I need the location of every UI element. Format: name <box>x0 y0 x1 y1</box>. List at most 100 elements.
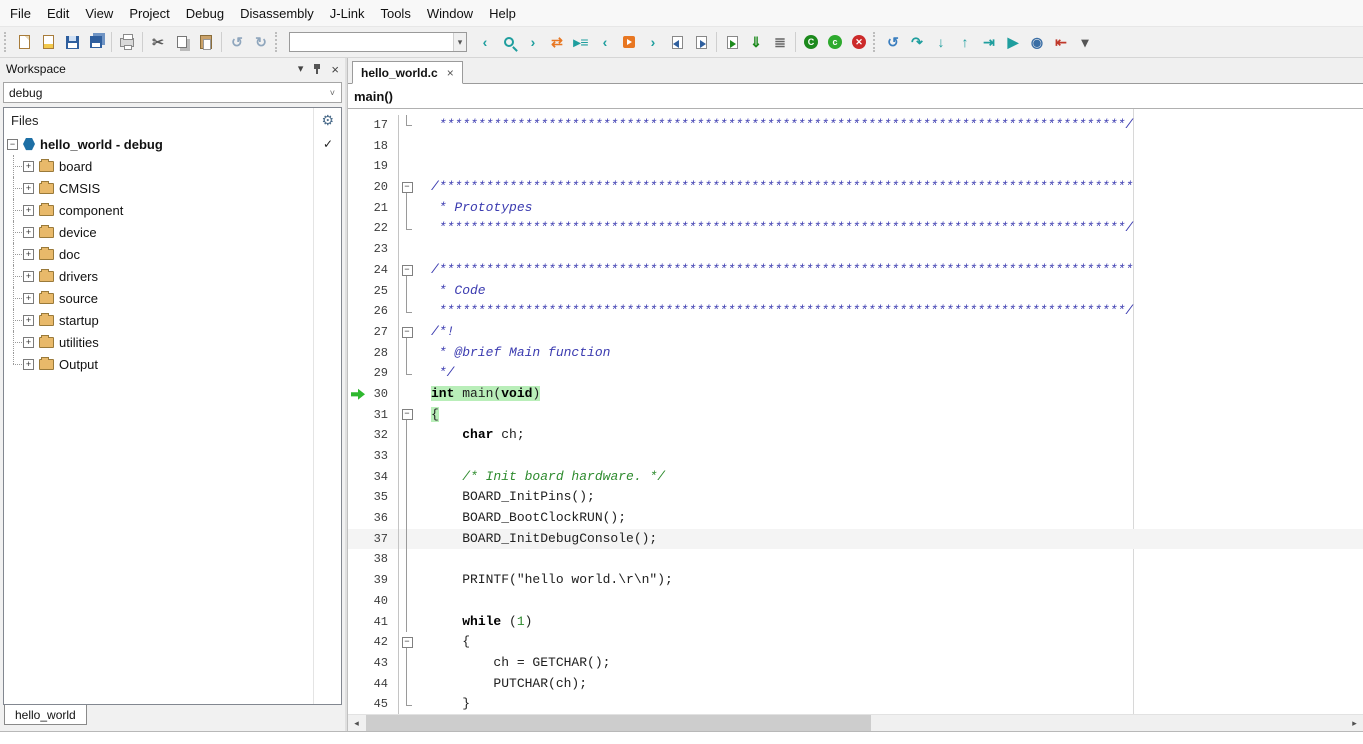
expand-icon[interactable]: + <box>23 271 34 282</box>
expand-icon[interactable]: + <box>23 249 34 260</box>
save-icon[interactable] <box>60 30 84 54</box>
code-line-39[interactable]: 39 PRINTF("hello world.\r\n"); <box>348 570 1363 591</box>
code-line-33[interactable]: 33 <box>348 446 1363 467</box>
code-line-34[interactable]: 34 /* Init board hardware. */ <box>348 467 1363 488</box>
menu-tools[interactable]: Tools <box>372 2 418 25</box>
code-line-35[interactable]: 35 BOARD_InitPins(); <box>348 487 1363 508</box>
line-number[interactable]: 31 <box>348 405 398 426</box>
expand-icon[interactable]: + <box>23 315 34 326</box>
tree-item-hello-world-debug[interactable]: −hello_world - debug✓ <box>4 133 341 155</box>
line-number[interactable]: 29 <box>348 363 398 384</box>
pane-dropdown-icon[interactable]: ▾ <box>298 64 304 75</box>
code-line-43[interactable]: 43 ch = GETCHAR(); <box>348 653 1363 674</box>
code-line-40[interactable]: 40 <box>348 591 1363 612</box>
go-icon[interactable]: ▶ <box>1001 30 1025 54</box>
line-number[interactable]: 39 <box>348 570 398 591</box>
code-line-20[interactable]: 20−/************************************… <box>348 177 1363 198</box>
tree-item-component[interactable]: +component <box>4 199 341 221</box>
code-line-27[interactable]: 27−/*! <box>348 322 1363 343</box>
fold-collapse-icon[interactable]: − <box>398 632 415 653</box>
code-line-32[interactable]: 32 char ch; <box>348 425 1363 446</box>
function-selector-bar[interactable]: main() <box>348 84 1363 109</box>
toggle-breakpoint-icon[interactable] <box>617 30 641 54</box>
code-line-23[interactable]: 23 <box>348 239 1363 260</box>
line-number[interactable]: 34 <box>348 467 398 488</box>
go-to-icon[interactable]: ▸≡ <box>569 30 593 54</box>
line-number[interactable]: 18 <box>348 136 398 157</box>
code-line-41[interactable]: 41 while (1) <box>348 612 1363 633</box>
print-icon[interactable] <box>115 30 139 54</box>
code-line-18[interactable]: 18 <box>348 136 1363 157</box>
debug-options-dropdown-icon[interactable]: ▾ <box>1073 30 1097 54</box>
tree-item-doc[interactable]: +doc <box>4 243 341 265</box>
code-line-17[interactable]: 17 *************************************… <box>348 115 1363 136</box>
code-line-24[interactable]: 24−/************************************… <box>348 260 1363 281</box>
scrollbar-thumb[interactable] <box>366 715 871 731</box>
line-number[interactable]: 25 <box>348 281 398 302</box>
tab-close-icon[interactable]: × <box>447 66 454 80</box>
gear-icon[interactable]: ⚙ <box>321 112 334 129</box>
menu-project[interactable]: Project <box>121 2 177 25</box>
redo-icon[interactable]: ↻ <box>249 30 273 54</box>
collapse-icon[interactable]: − <box>7 139 18 150</box>
c-spy-continue-icon[interactable]: c <box>823 30 847 54</box>
undo-icon[interactable]: ↺ <box>225 30 249 54</box>
line-number[interactable]: 35 <box>348 487 398 508</box>
expand-icon[interactable]: + <box>23 183 34 194</box>
stop-build-icon[interactable]: ✕ <box>847 30 871 54</box>
save-all-icon[interactable] <box>84 30 108 54</box>
download-and-debug-icon[interactable]: ⇓ <box>744 30 768 54</box>
code-line-30[interactable]: 30int main(void) <box>348 384 1363 405</box>
expand-icon[interactable]: + <box>23 227 34 238</box>
expand-icon[interactable]: + <box>23 161 34 172</box>
code-line-28[interactable]: 28 * @brief Main function <box>348 343 1363 364</box>
code-line-38[interactable]: 38 <box>348 549 1363 570</box>
fold-collapse-icon[interactable]: − <box>398 322 415 343</box>
expand-icon[interactable]: + <box>23 359 34 370</box>
line-number[interactable]: 43 <box>348 653 398 674</box>
scroll-right-button[interactable]: ▸ <box>1346 715 1363 731</box>
line-number[interactable]: 28 <box>348 343 398 364</box>
c-spy-go-icon[interactable]: C <box>799 30 823 54</box>
line-number[interactable]: 19 <box>348 156 398 177</box>
tree-item-startup[interactable]: +startup <box>4 309 341 331</box>
cut-icon[interactable]: ✂ <box>146 30 170 54</box>
next-bookmark-icon[interactable]: › <box>641 30 665 54</box>
quick-search-combo[interactable]: ▾ <box>289 32 467 52</box>
code-line-31[interactable]: 31−{ <box>348 405 1363 426</box>
next-location-icon[interactable] <box>689 30 713 54</box>
pane-close-icon[interactable]: × <box>331 63 339 76</box>
expand-icon[interactable]: + <box>23 205 34 216</box>
code-line-21[interactable]: 21 * Prototypes <box>348 198 1363 219</box>
line-number[interactable]: 44 <box>348 674 398 695</box>
paste-icon[interactable] <box>194 30 218 54</box>
line-number[interactable]: 20 <box>348 177 398 198</box>
make-icon[interactable] <box>720 30 744 54</box>
line-number[interactable]: 27 <box>348 322 398 343</box>
code-line-44[interactable]: 44 PUTCHAR(ch); <box>348 674 1363 695</box>
tree-item-source[interactable]: +source <box>4 287 341 309</box>
quick-search-input[interactable] <box>290 34 453 50</box>
tree-item-output[interactable]: +Output <box>4 353 341 375</box>
view-build-log-icon[interactable]: ≣ <box>768 30 792 54</box>
line-number[interactable]: 24 <box>348 260 398 281</box>
expand-icon[interactable]: + <box>23 337 34 348</box>
break-icon[interactable]: ◉ <box>1025 30 1049 54</box>
line-number[interactable]: 45 <box>348 694 398 714</box>
tree-item-cmsis[interactable]: +CMSIS <box>4 177 341 199</box>
menu-jlink[interactable]: J-Link <box>322 2 373 25</box>
line-number[interactable]: 36 <box>348 508 398 529</box>
next-statement-icon[interactable]: ⇥ <box>977 30 1001 54</box>
menu-disassembly[interactable]: Disassembly <box>232 2 322 25</box>
combo-dropdown-arrow[interactable]: ▾ <box>453 33 466 51</box>
scroll-left-button[interactable]: ◂ <box>348 715 365 731</box>
line-number[interactable]: 38 <box>348 549 398 570</box>
tree-item-utilities[interactable]: +utilities <box>4 331 341 353</box>
line-number[interactable]: 17 <box>348 115 398 136</box>
horizontal-scrollbar[interactable]: ◂ ▸ <box>348 714 1363 731</box>
menu-view[interactable]: View <box>77 2 121 25</box>
menu-debug[interactable]: Debug <box>178 2 232 25</box>
find-previous-icon[interactable]: ‹ <box>473 30 497 54</box>
code-line-37[interactable]: 37 BOARD_InitDebugConsole(); <box>348 529 1363 550</box>
line-number[interactable]: 37 <box>348 529 398 550</box>
